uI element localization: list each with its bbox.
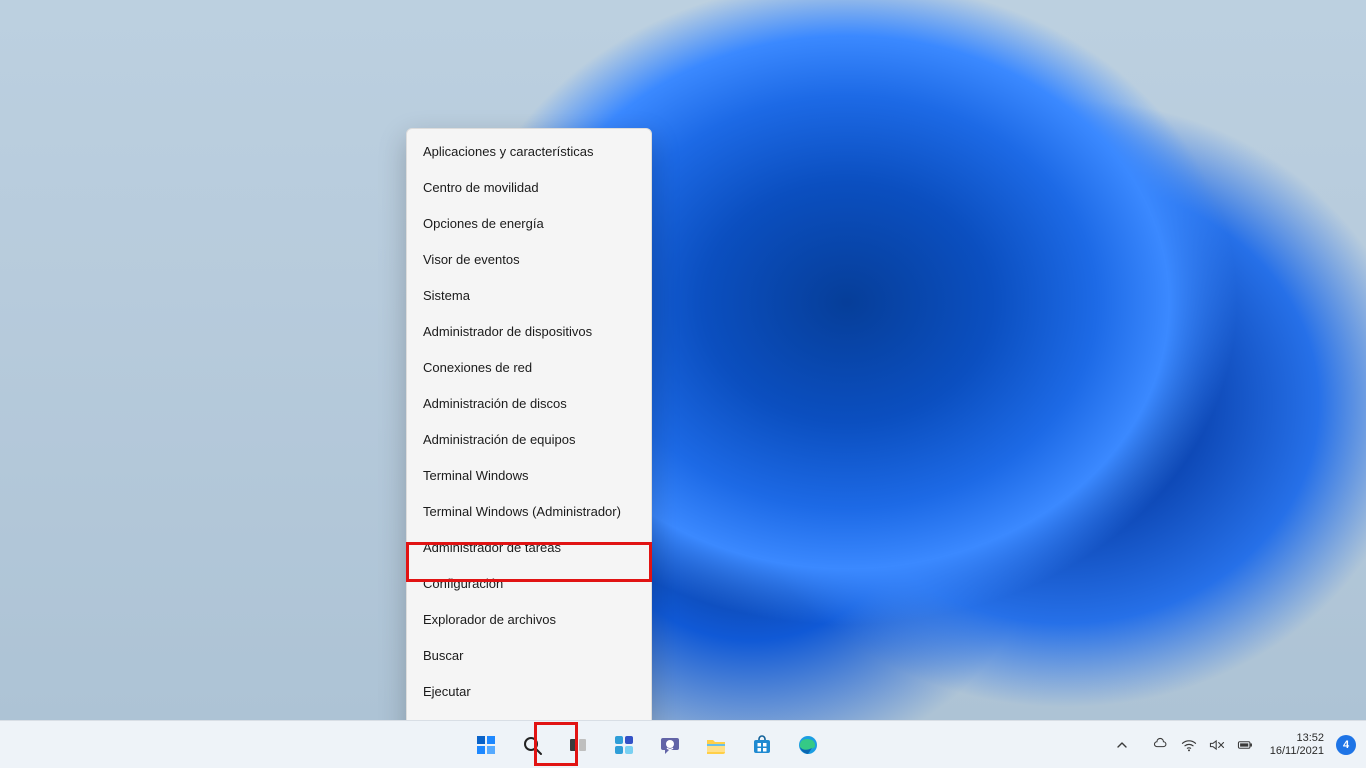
taskbar-center [466, 721, 828, 768]
ctx-item-label: Visor de eventos [423, 252, 520, 267]
notification-badge[interactable]: 4 [1336, 735, 1356, 755]
ctx-item-label: Conexiones de red [423, 360, 532, 375]
ctx-network-connections[interactable]: Conexiones de red [407, 349, 651, 385]
wifi-tray-icon[interactable] [1180, 735, 1198, 755]
taskbar-right: 13:52 16/11/2021 4 [1102, 721, 1360, 768]
battery-tray-icon[interactable] [1236, 735, 1254, 755]
ctx-item-label: Administrador de tareas [423, 540, 561, 555]
ctx-item-label: Ejecutar [423, 684, 471, 699]
ctx-item-label: Administración de discos [423, 396, 567, 411]
ctx-power-options[interactable]: Opciones de energía [407, 205, 651, 241]
ctx-item-label: Terminal Windows [423, 468, 528, 483]
ctx-computer-management[interactable]: Administración de equipos [407, 421, 651, 457]
tray-overflow-button[interactable] [1102, 725, 1142, 765]
ctx-task-manager[interactable]: Administrador de tareas [407, 529, 651, 565]
widgets-button[interactable] [604, 725, 644, 765]
taskview-icon [567, 734, 589, 756]
winx-context-menu: Aplicaciones y características Centro de … [406, 128, 652, 768]
ctx-search[interactable]: Buscar [407, 637, 651, 673]
ctx-item-label: Aplicaciones y características [423, 144, 594, 159]
ctx-item-label: Buscar [423, 648, 463, 663]
ctx-item-label: Terminal Windows (Administrador) [423, 504, 621, 519]
ctx-system[interactable]: Sistema [407, 277, 651, 313]
search-button[interactable] [512, 725, 552, 765]
store-icon [751, 734, 773, 756]
taskbar-clock[interactable]: 13:52 16/11/2021 [1264, 732, 1330, 758]
volume-tray-icon[interactable] [1208, 735, 1226, 755]
ctx-disk-management[interactable]: Administración de discos [407, 385, 651, 421]
ctx-item-label: Centro de movilidad [423, 180, 539, 195]
ctx-device-manager[interactable]: Administrador de dispositivos [407, 313, 651, 349]
file-explorer-button[interactable] [696, 725, 736, 765]
edge-button[interactable] [788, 725, 828, 765]
ctx-settings[interactable]: Configuración [407, 565, 651, 601]
ctx-item-label: Sistema [423, 288, 470, 303]
clock-date: 16/11/2021 [1270, 745, 1324, 758]
ctx-windows-terminal-admin[interactable]: Terminal Windows (Administrador) [407, 493, 651, 529]
system-tray[interactable] [1144, 725, 1262, 765]
onedrive-tray-icon[interactable] [1152, 735, 1170, 755]
ctx-event-viewer[interactable]: Visor de eventos [407, 241, 651, 277]
search-icon [521, 734, 543, 756]
ms-store-button[interactable] [742, 725, 782, 765]
taskbar: 13:52 16/11/2021 4 [0, 720, 1366, 768]
ctx-mobility-center[interactable]: Centro de movilidad [407, 169, 651, 205]
file-explorer-icon [705, 734, 727, 756]
start-button[interactable] [466, 725, 506, 765]
clock-time: 13:52 [1296, 732, 1324, 745]
ctx-item-label: Explorador de archivos [423, 612, 556, 627]
windows-icon [475, 734, 497, 756]
notification-count: 4 [1343, 739, 1349, 751]
ctx-item-label: Opciones de energía [423, 216, 544, 231]
ctx-windows-terminal[interactable]: Terminal Windows [407, 457, 651, 493]
chat-button[interactable] [650, 725, 690, 765]
ctx-item-label: Administrador de dispositivos [423, 324, 592, 339]
widgets-icon [613, 734, 635, 756]
desktop-wallpaper[interactable] [0, 0, 1366, 720]
task-view-button[interactable] [558, 725, 598, 765]
chat-icon [659, 734, 681, 756]
ctx-item-label: Configuración [423, 576, 503, 591]
ctx-item-label: Administración de equipos [423, 432, 575, 447]
ctx-file-explorer[interactable]: Explorador de archivos [407, 601, 651, 637]
ctx-apps-features[interactable]: Aplicaciones y características [407, 133, 651, 169]
chevron-up-icon [1116, 739, 1128, 751]
edge-icon [797, 734, 819, 756]
ctx-run[interactable]: Ejecutar [407, 673, 651, 709]
